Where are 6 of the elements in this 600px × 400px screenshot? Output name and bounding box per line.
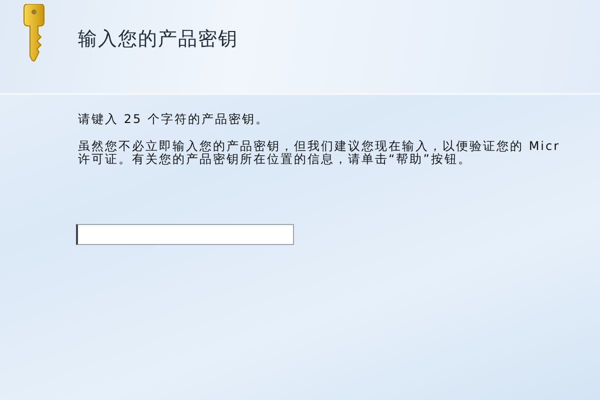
key-icon (22, 4, 46, 62)
description-text: 许可证。有关您的产品密钥所在位置的信息，请单击“帮助”按钮。 (78, 153, 472, 166)
description-text: 虽然您不必立即输入您的产品密钥，但我们建议您现在输入，以便验证您的 Micr (78, 140, 562, 153)
page-title: 输入您的产品密钥 (78, 27, 238, 52)
product-key-field[interactable] (76, 224, 294, 245)
instruction-text: 请键入 25 个字符的产品密钥。 (78, 113, 270, 126)
